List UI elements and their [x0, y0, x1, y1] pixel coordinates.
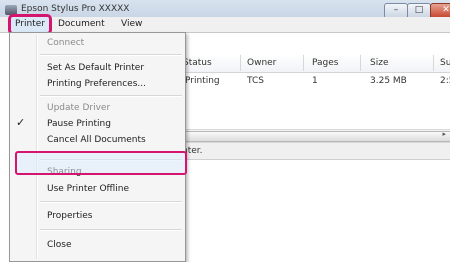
- menu-gutter: [36, 35, 38, 259]
- menu-item-pause-printing[interactable]: Pause Printing: [47, 116, 111, 132]
- column-header-size[interactable]: Size: [370, 55, 388, 71]
- menu-item-properties[interactable]: Properties: [47, 208, 92, 224]
- cancel-all-highlight: [15, 151, 187, 175]
- column-divider[interactable]: [303, 55, 304, 71]
- scrollbar-thumb[interactable]: [182, 131, 450, 142]
- column-divider[interactable]: [240, 55, 241, 71]
- menu-item-printing-preferences[interactable]: Printing Preferences...: [47, 76, 146, 92]
- menu-separator: [40, 95, 182, 97]
- menu-item-set-default[interactable]: Set As Default Printer: [47, 60, 144, 76]
- printer-icon: [5, 5, 17, 15]
- menu-item-update-driver[interactable]: Update Driver: [47, 100, 110, 116]
- scroll-right-icon[interactable]: ▸: [442, 130, 446, 138]
- job-pages: 1: [312, 76, 318, 86]
- column-header-status[interactable]: Status: [183, 55, 212, 71]
- job-submitted: 2:5: [440, 76, 450, 86]
- column-header-owner[interactable]: Owner: [247, 55, 276, 71]
- horizontal-scrollbar[interactable]: ▸: [150, 129, 450, 143]
- menu-item-connect[interactable]: Connect: [47, 35, 84, 51]
- menu-view[interactable]: View: [118, 18, 145, 31]
- printer-menu-dropdown: Connect ✓ Set As Default Printer Printin…: [9, 32, 186, 262]
- column-divider[interactable]: [433, 55, 434, 71]
- menu-separator: [40, 54, 182, 56]
- menu-document[interactable]: Document: [55, 18, 108, 31]
- menu-item-use-offline[interactable]: Use Printer Offline: [47, 181, 129, 197]
- menu-item-cancel-all-documents[interactable]: Cancel All Documents: [47, 132, 146, 148]
- checkmark-icon: ✓: [16, 116, 26, 129]
- column-header-submitted[interactable]: Su: [440, 55, 450, 71]
- menu-separator: [40, 201, 182, 203]
- job-status: Printing: [185, 76, 220, 86]
- menu-separator: [40, 229, 182, 231]
- menu-printer[interactable]: Printer: [8, 14, 52, 35]
- window-title: Epson Stylus Pro XXXXX: [21, 4, 130, 14]
- menu-bar: Printer Document View: [0, 14, 450, 35]
- job-size: 3.25 MB: [370, 76, 407, 86]
- job-owner: TCS: [247, 76, 264, 86]
- print-queue-window: Epson Stylus Pro XXXXX – □ ✕ Printer Doc…: [0, 0, 450, 262]
- column-header-pages[interactable]: Pages: [312, 55, 338, 71]
- menu-item-close[interactable]: Close: [47, 237, 72, 253]
- status-bar: nter.: [150, 143, 450, 160]
- column-divider[interactable]: [360, 55, 361, 71]
